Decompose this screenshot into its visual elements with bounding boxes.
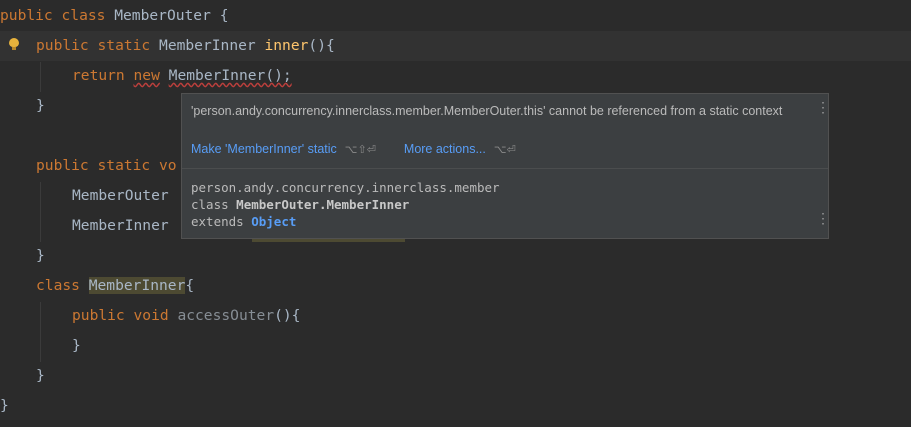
make-static-shortcut: ⌥⇧⏎ (344, 143, 376, 156)
code-line-11: public void accessOuter(){ (72, 307, 301, 324)
code-line-1: public class MemberOuter { (0, 7, 229, 24)
doc-class-keyword: class (191, 197, 229, 212)
more-options-icon[interactable]: ⋮ (816, 211, 830, 225)
more-actions-link[interactable]: More actions... (404, 142, 486, 156)
doc-extends-keyword: extends (191, 214, 244, 229)
indent-guide (40, 302, 41, 362)
doc-package: person.andy.concurrency.innerclass.membe… (191, 180, 500, 195)
code-line-14: } (0, 397, 9, 414)
code-line-10: class MemberInner{ (36, 277, 195, 294)
doc-extends-link[interactable]: Object (251, 214, 296, 229)
indent-guide (40, 62, 41, 92)
lightbulb-icon[interactable] (9, 38, 19, 50)
error-tooltip-popup: 'person.andy.concurrency.innerclass.memb… (181, 93, 830, 239)
code-line-7: MemberOuter (72, 187, 169, 204)
code-line-12: } (72, 337, 81, 354)
code-line-9: } (36, 247, 45, 264)
code-editor[interactable]: public class MemberOuter { public static… (0, 0, 911, 427)
code-line-4: } (36, 97, 45, 114)
more-actions-shortcut: ⌥⏎ (493, 143, 516, 156)
quick-documentation: person.andy.concurrency.innerclass.membe… (191, 179, 500, 230)
code-line-13: } (36, 367, 45, 384)
indent-guide (40, 182, 41, 242)
make-static-action[interactable]: Make 'MemberInner' static (191, 142, 337, 156)
code-line-3: return new MemberInner(); (72, 67, 292, 84)
quick-fix-actions: Make 'MemberInner' static ⌥⇧⏎ More actions… (191, 141, 544, 158)
popup-divider (182, 168, 828, 169)
more-options-icon[interactable]: ⋮ (816, 100, 830, 114)
code-line-6: public static vo (36, 157, 177, 174)
doc-class-name: MemberOuter.MemberInner (236, 197, 410, 212)
code-line-8: MemberInner (72, 217, 169, 234)
error-message: 'person.andy.concurrency.innerclass.memb… (191, 104, 783, 118)
code-line-2: public static MemberInner inner(){ (36, 37, 335, 54)
